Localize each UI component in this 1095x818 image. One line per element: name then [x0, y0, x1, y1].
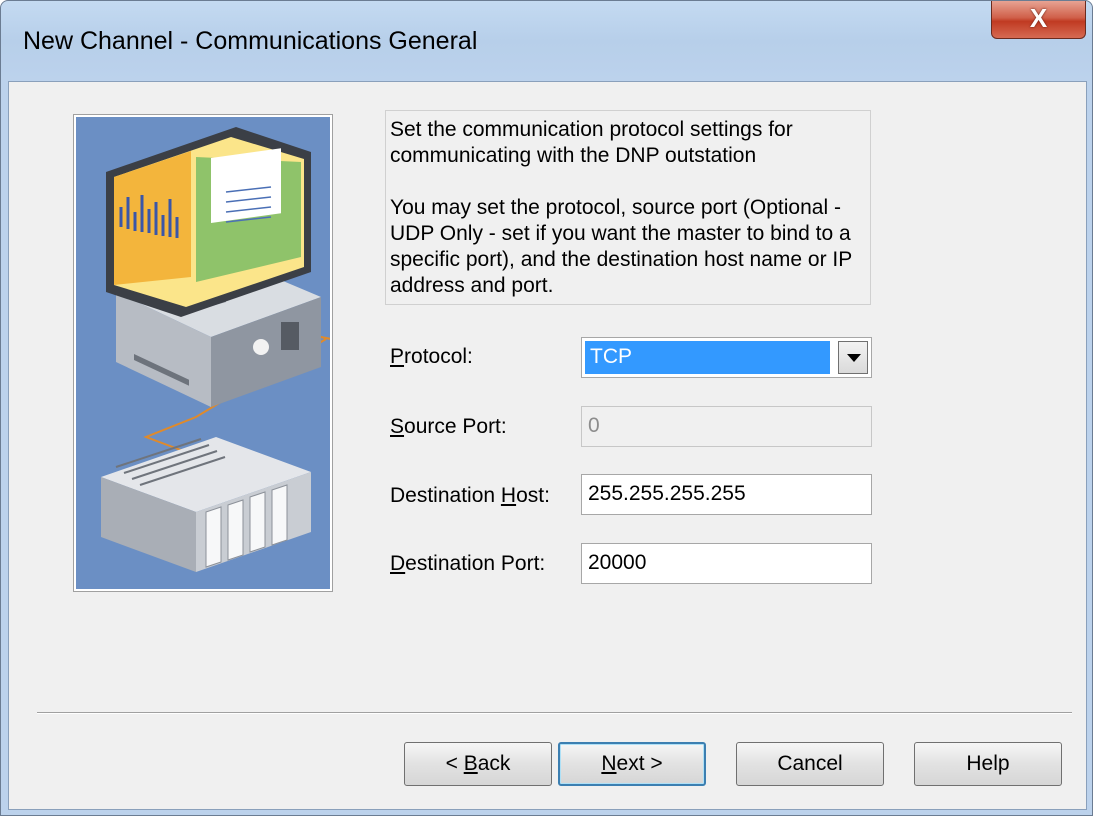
- window-title: New Channel - Communications General: [23, 27, 478, 55]
- destination-port-field[interactable]: 20000: [581, 543, 872, 584]
- chevron-down-icon[interactable]: [838, 341, 868, 374]
- description-text: Set the communication protocol settings …: [385, 110, 871, 305]
- dialog-window: New Channel - Communications General X S…: [0, 0, 1093, 816]
- computer-and-plc-illustration: [73, 114, 333, 592]
- cancel-button[interactable]: Cancel: [736, 742, 884, 786]
- protocol-label: Protocol:: [390, 345, 473, 368]
- help-button[interactable]: Help: [914, 742, 1062, 786]
- protocol-selected-value: TCP: [584, 340, 831, 375]
- destination-host-label: Destination Host:: [390, 484, 550, 507]
- destination-host-field[interactable]: 255.255.255.255: [581, 474, 872, 515]
- destination-port-label: Destination Port:: [390, 552, 546, 575]
- close-button[interactable]: X: [991, 1, 1086, 39]
- title-bar[interactable]: New Channel - Communications General X: [1, 1, 1092, 81]
- close-icon: X: [1029, 3, 1048, 33]
- source-port-field: 0: [581, 406, 872, 447]
- protocol-select[interactable]: TCP: [581, 337, 872, 378]
- back-button[interactable]: < Back: [404, 742, 552, 786]
- source-port-label: Source Port:: [390, 415, 507, 438]
- next-button[interactable]: Next >: [558, 742, 706, 786]
- dialog-body: Set the communication protocol settings …: [8, 81, 1087, 810]
- separator: [37, 712, 1072, 714]
